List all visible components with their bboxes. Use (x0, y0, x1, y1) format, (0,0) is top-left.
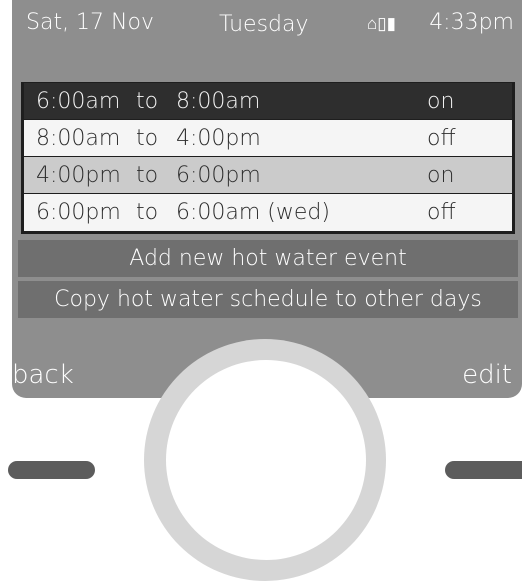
row-to-label: to (136, 200, 159, 225)
status-bar: Sat, 17 Nov Tuesday ⌂▯▮ 4:33pm (12, 0, 522, 46)
schedule-row[interactable]: 4:00pm to 6:00pm on (24, 157, 512, 193)
left-hardware-button[interactable] (8, 461, 95, 479)
edit-softkey[interactable]: edit (462, 360, 512, 390)
row-end-time: 6:00am (wed) (176, 200, 330, 225)
schedule-row[interactable]: 8:00am to 4:00pm off (24, 120, 512, 156)
status-date: Sat, 17 Nov (26, 10, 154, 35)
status-day: Tuesday (219, 12, 309, 37)
schedule-row[interactable]: 6:00pm to 6:00am (wed) off (24, 194, 512, 231)
row-start-time: 6:00am (36, 89, 121, 114)
add-hot-water-event-button[interactable]: Add new hot water event (18, 240, 518, 277)
back-softkey[interactable]: back (12, 360, 74, 390)
row-to-label: to (136, 163, 159, 188)
row-state: on (427, 89, 455, 114)
row-to-label: to (136, 126, 159, 151)
status-time: 4:33pm (429, 10, 514, 35)
schedule-row-selected[interactable]: 6:00am to 8:00am on (24, 83, 512, 119)
row-end-time: 6:00pm (176, 163, 261, 188)
copy-schedule-button[interactable]: Copy hot water schedule to other days (18, 281, 518, 318)
row-end-time: 4:00pm (176, 126, 261, 151)
status-icons: ⌂▯▮ (367, 14, 396, 34)
row-state: off (427, 200, 456, 225)
row-start-time: 8:00am (36, 126, 121, 151)
row-to-label: to (136, 89, 159, 114)
row-state: on (427, 163, 455, 188)
row-state: off (427, 126, 456, 151)
row-start-time: 4:00pm (36, 163, 121, 188)
control-dial[interactable] (166, 360, 366, 560)
hot-water-schedule-table: 6:00am to 8:00am on 8:00am to 4:00pm off… (21, 82, 515, 234)
right-hardware-button[interactable] (445, 461, 522, 479)
row-start-time: 6:00pm (36, 200, 121, 225)
row-end-time: 8:00am (176, 89, 261, 114)
